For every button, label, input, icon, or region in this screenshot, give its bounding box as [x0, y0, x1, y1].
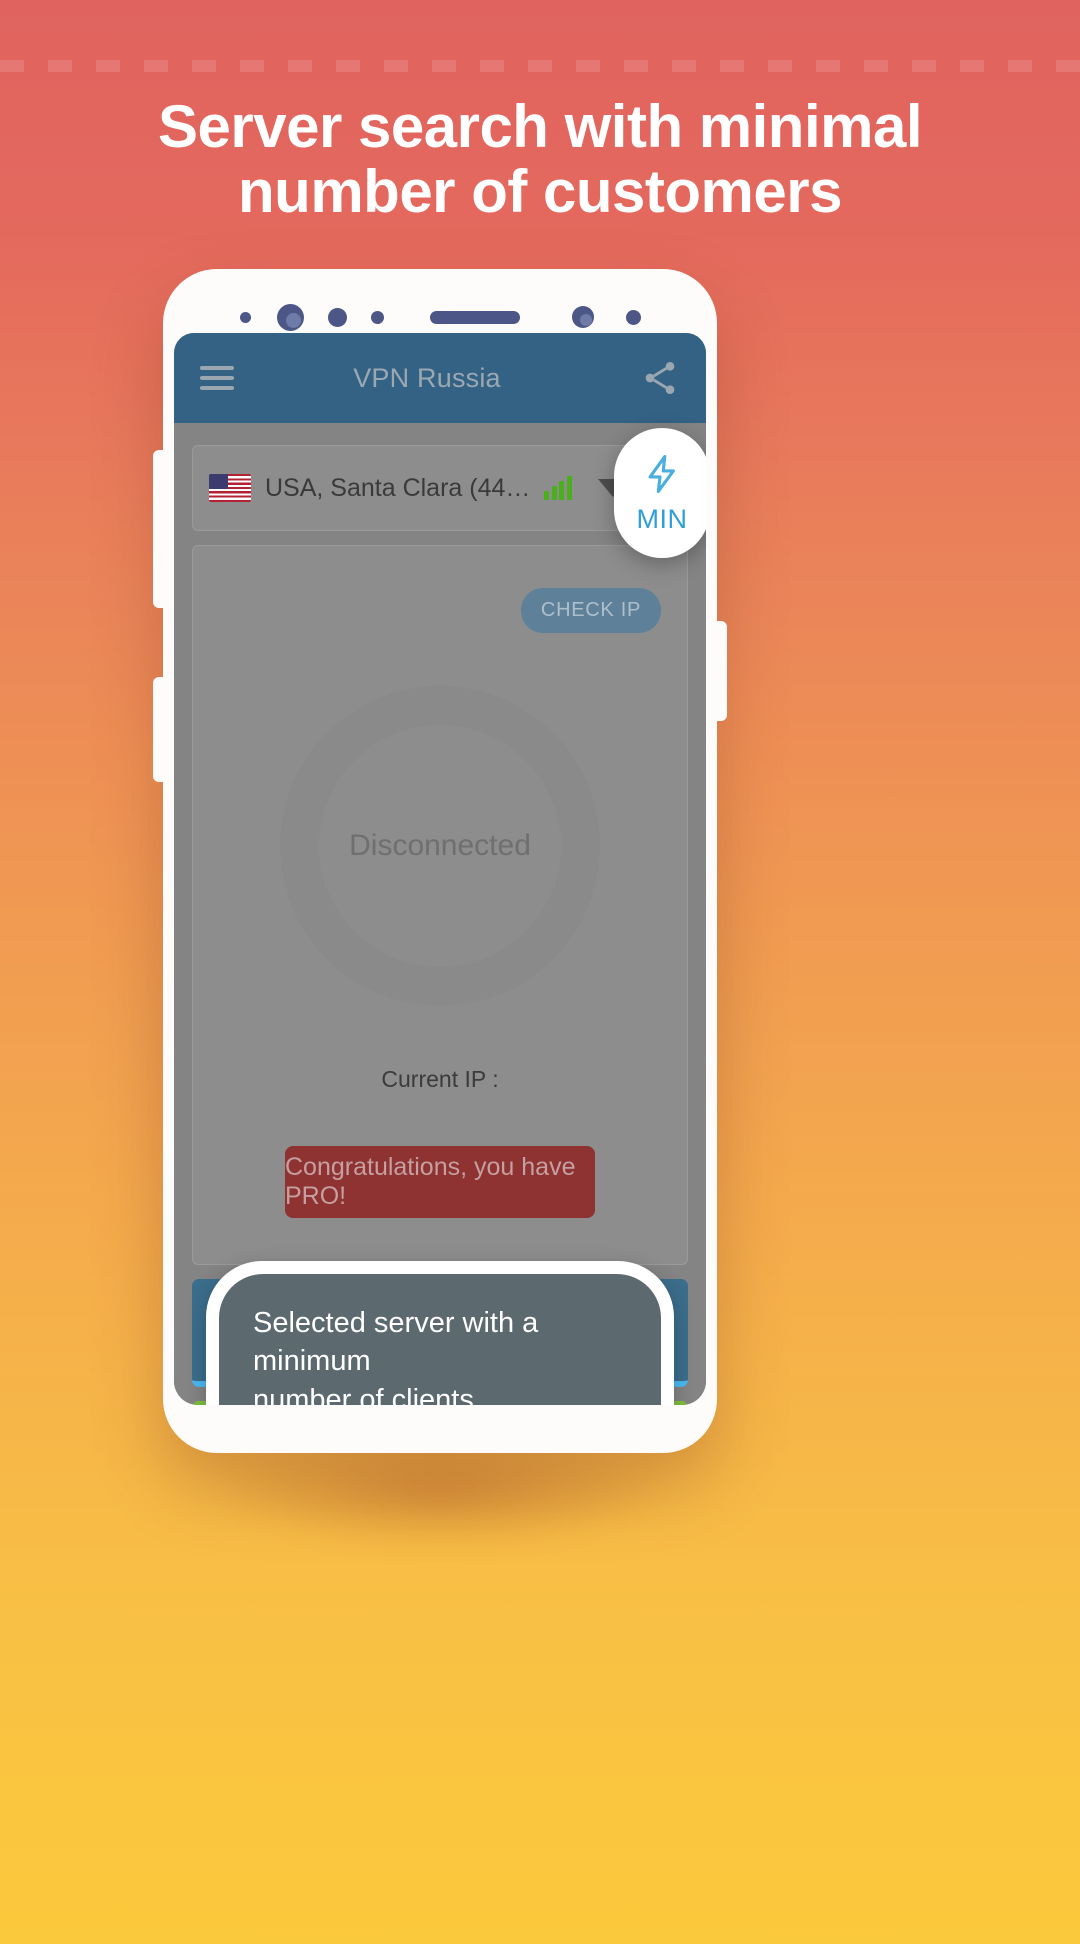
page-title: VPN Russia [353, 362, 501, 393]
tooltip-line-2: number of clients [253, 1383, 474, 1405]
min-fab-label: MIN [636, 503, 688, 534]
sensor-dot-1 [239, 311, 251, 323]
phone-volume-button [153, 450, 165, 608]
tooltip-outer-ring: Selected server with a minimum number of… [206, 1261, 674, 1405]
tooltip-bubble: Selected server with a minimum number of… [219, 1274, 661, 1405]
selected-server-name: USA, Santa Clara (44… [265, 473, 531, 502]
phone-power-button [715, 621, 727, 721]
headline-line-2: number of customers [238, 157, 842, 225]
app-bar: VPN Russia [174, 333, 706, 423]
check-ip-button[interactable]: CHECK IP [520, 588, 661, 633]
phone-sensor-row [163, 299, 717, 335]
app-content: USA, Santa Clara (44… MIN CHECK IP Disco… [174, 423, 706, 1405]
connection-ring[interactable]: Disconnected [280, 686, 600, 1006]
connection-state-label: Disconnected [349, 829, 531, 862]
phone-screen: VPN Russia USA, Santa Clara (44… MIN CHE… [174, 333, 706, 1405]
lightning-bolt-icon [648, 454, 675, 493]
pro-banner-button[interactable]: Congratulations, you have PRO! [285, 1146, 595, 1218]
sensor-dot-3 [370, 310, 384, 324]
headline-line-1: Server search with minimal [157, 93, 923, 160]
sensor-dot-2 [327, 307, 347, 327]
min-server-fab[interactable]: MIN [614, 428, 706, 558]
sensor-dot-5 [625, 309, 641, 325]
promo-headline: Server search with minimal number of cus… [0, 93, 1080, 225]
signal-bars-icon [544, 476, 572, 500]
sensor-dot-4 [571, 306, 594, 328]
front-camera-icon [276, 303, 304, 331]
server-select-dropdown[interactable]: USA, Santa Clara (44… [192, 445, 645, 531]
decorative-tick-strip [0, 60, 1080, 72]
share-icon[interactable] [640, 358, 680, 398]
phone-side-button [153, 677, 165, 782]
current-ip-label: Current IP : [381, 1066, 499, 1092]
tooltip-line-1: Selected server with a minimum [253, 1307, 539, 1378]
earpiece-speaker [429, 310, 520, 324]
status-panel: CHECK IP Disconnected Current IP : Congr… [192, 545, 688, 1265]
connect-buttons-row: Connect to selected VPN Connect to Russi… [192, 1261, 688, 1405]
phone-mockup: VPN Russia USA, Santa Clara (44… MIN CHE… [153, 269, 727, 1453]
tooltip-overlay: Selected server with a minimum number of… [206, 1261, 674, 1405]
us-flag-icon [209, 474, 251, 502]
